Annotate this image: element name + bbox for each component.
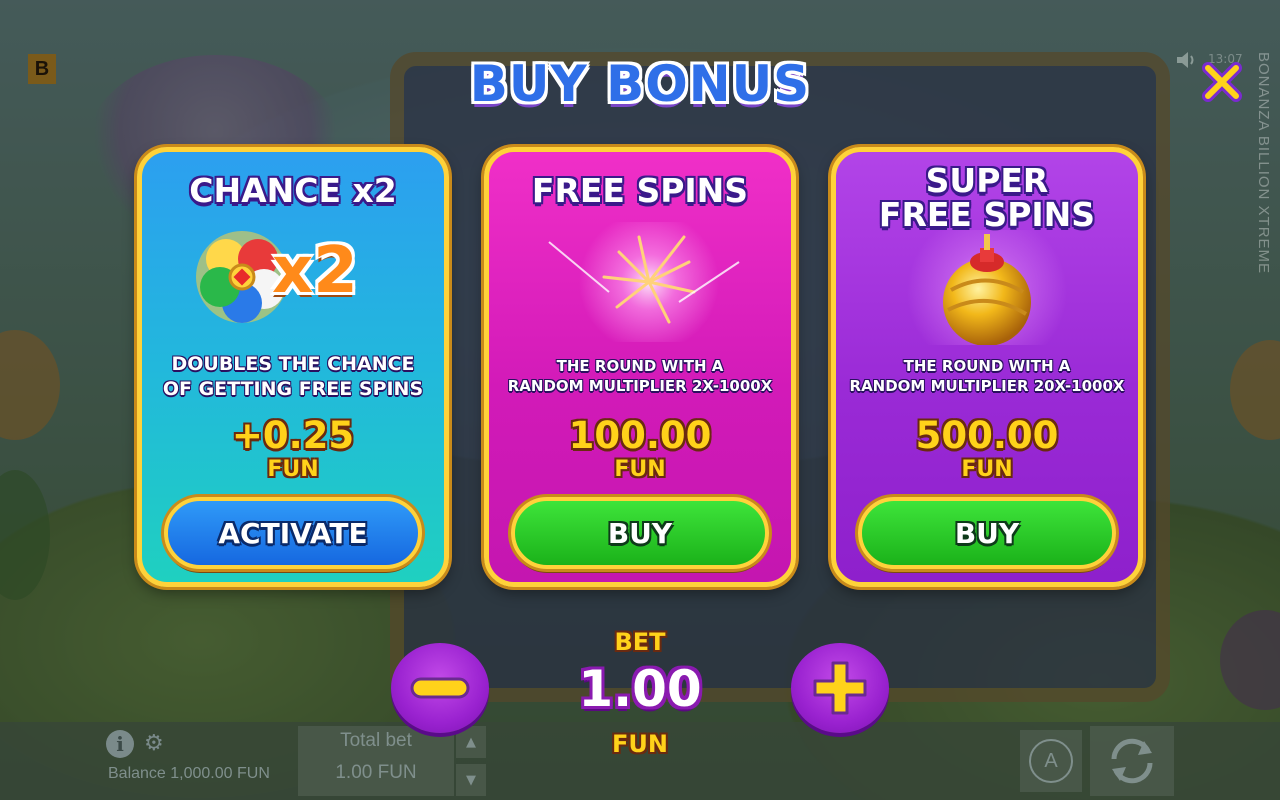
card-chance-x2: CHANCE x2 x2 DOUBLES THE CHANCE OF GETTI… xyxy=(137,147,449,587)
buy-super-free-spins-button[interactable]: BUY xyxy=(858,497,1116,569)
chance-multiplier-label: x2 xyxy=(272,234,358,308)
card-title: CHANCE x2 xyxy=(189,171,397,210)
card-super-free-spins: SUPER FREE SPINS THE ROUND WITH A RANDOM… xyxy=(831,147,1143,587)
minus-icon xyxy=(410,677,470,699)
card-free-spins: FREE SPINS THE ROUND WITH A RANDOM MULTI… xyxy=(484,147,796,587)
bet-up-arrow-icon[interactable]: ▲ xyxy=(456,726,486,758)
bet-currency: FUN xyxy=(612,730,668,758)
spin-button[interactable] xyxy=(1090,726,1174,796)
bet-value: 1.00 xyxy=(578,660,702,718)
card-description: DOUBLES THE CHANCE OF GETTING FREE SPINS xyxy=(142,352,444,402)
close-button[interactable] xyxy=(1198,58,1246,106)
autoplay-button[interactable]: A xyxy=(1020,730,1082,792)
card-description: THE ROUND WITH A RANDOM MULTIPLIER 2X-10… xyxy=(489,356,791,396)
card-currency: FUN xyxy=(961,457,1013,482)
spin-arrows-icon xyxy=(1111,738,1153,784)
description-line-1: DOUBLES THE CHANCE xyxy=(171,353,415,375)
modal-title: BUY BONUS xyxy=(469,55,811,113)
card-price: +0.25 xyxy=(231,414,355,457)
card-currency: FUN xyxy=(267,457,319,482)
gear-icon[interactable]: ⚙ xyxy=(144,733,166,755)
increase-bet-button[interactable] xyxy=(791,643,889,733)
description-line-1: THE ROUND WITH A xyxy=(556,357,724,375)
card-title-line-1: SUPER xyxy=(925,161,1049,200)
description-line-1: THE ROUND WITH A xyxy=(903,357,1071,375)
card-title-line-2: FREE SPINS xyxy=(878,195,1096,234)
total-bet-value: 1.00 FUN xyxy=(335,762,417,783)
description-line-2: OF GETTING FREE SPINS xyxy=(162,378,424,400)
decrease-bet-button[interactable] xyxy=(391,643,489,733)
firework-art xyxy=(489,212,791,352)
chance-x2-art: x2 xyxy=(142,222,444,332)
info-icon[interactable]: i xyxy=(106,730,134,758)
golden-bomb-art xyxy=(836,212,1138,372)
total-bet-label: Total bet xyxy=(340,730,412,751)
bet-down-arrow-icon[interactable]: ▼ xyxy=(456,764,486,796)
description-line-2: RANDOM MULTIPLIER 20X-1000X xyxy=(849,377,1125,395)
activate-button[interactable]: ACTIVATE xyxy=(164,497,422,569)
card-currency: FUN xyxy=(614,457,666,482)
autoplay-label: A xyxy=(1029,739,1073,783)
description-line-2: RANDOM MULTIPLIER 2X-1000X xyxy=(507,377,773,395)
card-title: FREE SPINS xyxy=(531,171,749,210)
card-title: SUPER FREE SPINS xyxy=(836,164,1138,232)
card-price: 100.00 xyxy=(568,414,712,457)
plus-icon xyxy=(813,661,867,715)
card-price: 500.00 xyxy=(915,414,1059,457)
balance-text: Balance 1,000.00 FUN xyxy=(108,765,270,782)
buy-free-spins-button[interactable]: BUY xyxy=(511,497,769,569)
card-description: THE ROUND WITH A RANDOM MULTIPLIER 20X-1… xyxy=(836,356,1138,396)
bet-label: BET xyxy=(614,628,666,656)
close-icon xyxy=(1202,62,1242,102)
